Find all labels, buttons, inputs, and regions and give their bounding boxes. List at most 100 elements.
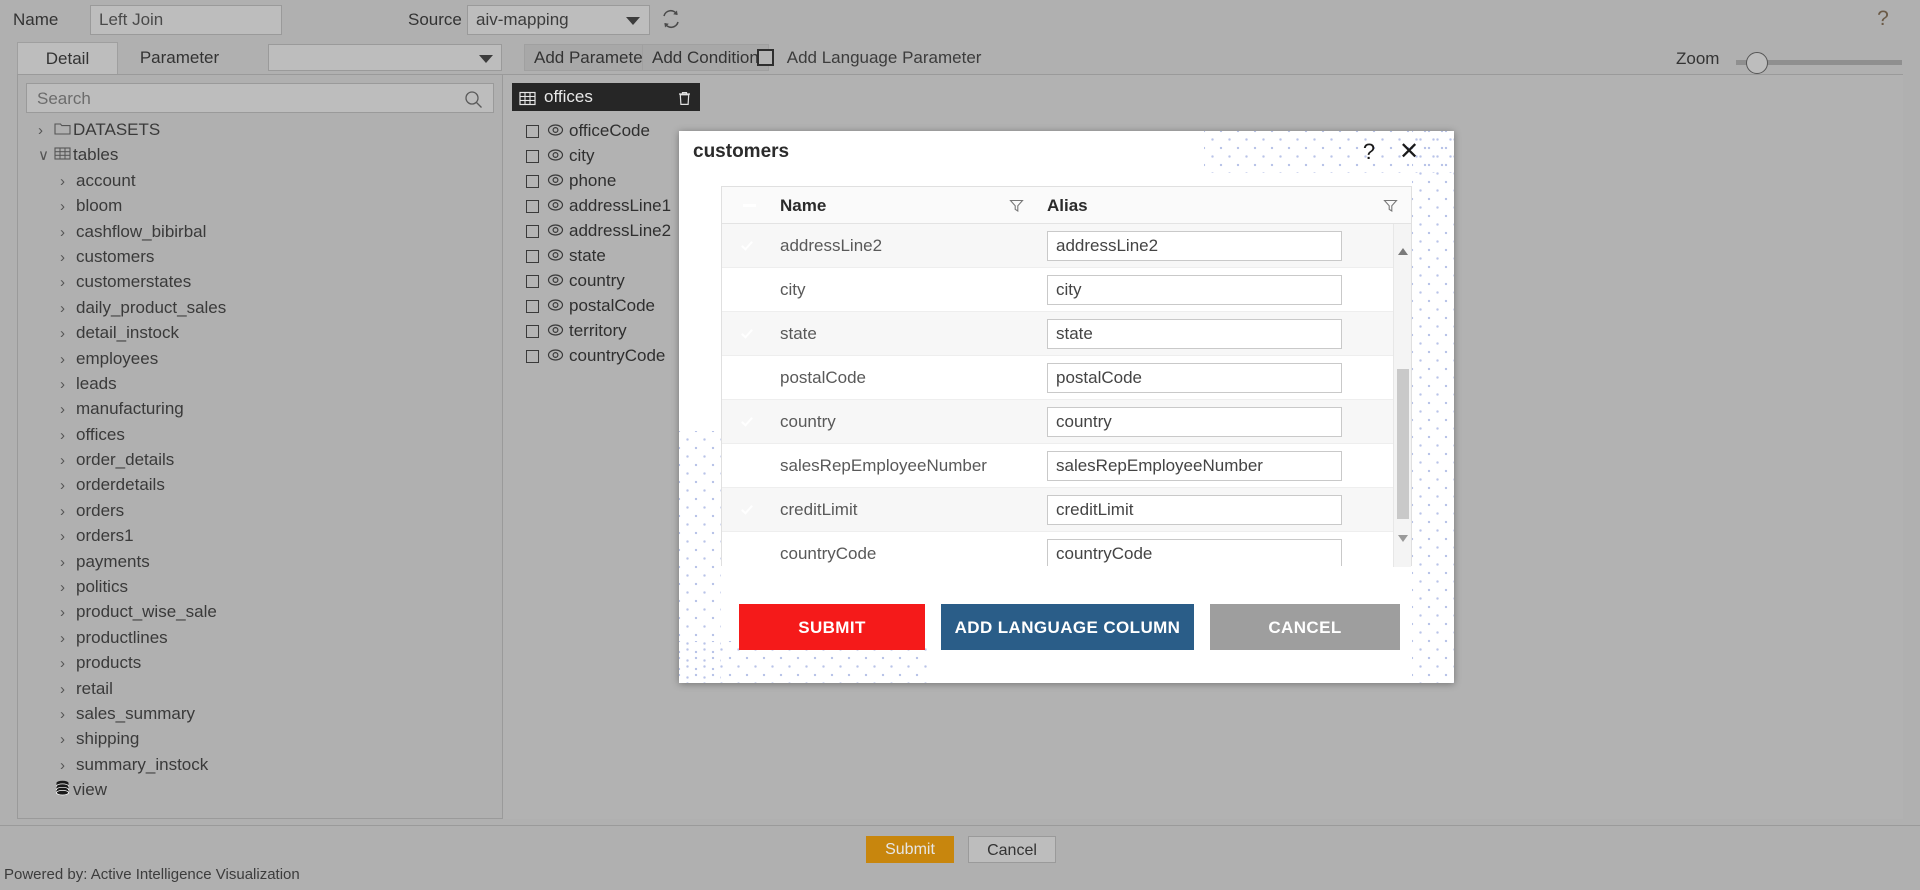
chevron-right-icon[interactable]: ›: [60, 753, 76, 778]
row-alias-input[interactable]: [1047, 451, 1342, 481]
tree-item-customerstates[interactable]: › customerstates: [26, 269, 496, 294]
tree-item-customers[interactable]: › customers: [26, 244, 496, 269]
tree-item-account[interactable]: › account: [26, 168, 496, 193]
eye-icon[interactable]: [547, 294, 564, 319]
tree-item-leads[interactable]: › leads: [26, 371, 496, 396]
cancel-button[interactable]: Cancel: [968, 836, 1056, 863]
eye-icon[interactable]: [547, 319, 564, 344]
tree-item-orders[interactable]: › orders: [26, 498, 496, 523]
field-checkbox[interactable]: [526, 350, 539, 364]
chevron-right-icon[interactable]: ›: [60, 372, 76, 397]
field-row[interactable]: state: [512, 243, 700, 268]
customers-column-dialog[interactable]: customers ? ✕ Name Alias addressLine2 cit…: [679, 131, 1454, 683]
field-row[interactable]: addressLine1: [512, 193, 700, 218]
row-alias-input[interactable]: [1047, 231, 1342, 261]
field-row[interactable]: country: [512, 268, 700, 293]
chevron-right-icon[interactable]: ›: [60, 575, 76, 600]
tree-item-offices[interactable]: › offices: [26, 422, 496, 447]
scroll-down-icon[interactable]: [1398, 535, 1408, 562]
eye-icon[interactable]: [547, 269, 564, 294]
field-checkbox[interactable]: [526, 275, 539, 289]
tree-item-manufacturing[interactable]: › manufacturing: [26, 396, 496, 421]
chevron-right-icon[interactable]: ›: [60, 626, 76, 651]
trash-icon[interactable]: [676, 88, 693, 116]
chevron-right-icon[interactable]: ›: [60, 677, 76, 702]
add-parameter-button[interactable]: Add Parameter: [524, 44, 659, 71]
field-checkbox[interactable]: [526, 325, 539, 339]
grid-row[interactable]: city: [722, 268, 1411, 312]
eye-icon[interactable]: [547, 194, 564, 219]
search-input[interactable]: Search: [26, 83, 494, 113]
tree-item-orderdetails[interactable]: › orderdetails: [26, 472, 496, 497]
row-alias-input[interactable]: [1047, 539, 1342, 566]
eye-icon[interactable]: [547, 144, 564, 169]
tree-item-tables[interactable]: ∨ tables: [26, 142, 496, 167]
submit-button[interactable]: Submit: [866, 836, 954, 863]
eye-icon[interactable]: [547, 219, 564, 244]
tree-item-daily_product_sales[interactable]: › daily_product_sales: [26, 295, 496, 320]
chevron-right-icon[interactable]: ›: [60, 524, 76, 549]
chevron-right-icon[interactable]: ›: [60, 194, 76, 219]
field-row[interactable]: territory: [512, 318, 700, 343]
field-checkbox[interactable]: [526, 300, 539, 314]
grid-row[interactable]: state: [722, 312, 1411, 356]
tree-item-employees[interactable]: › employees: [26, 346, 496, 371]
eye-icon[interactable]: [547, 169, 564, 194]
field-row[interactable]: postalCode: [512, 293, 700, 318]
eye-icon[interactable]: [547, 344, 564, 369]
tree-item-orders1[interactable]: › orders1: [26, 523, 496, 548]
tree-item-view[interactable]: view: [26, 777, 496, 802]
chevron-right-icon[interactable]: ›: [60, 220, 76, 245]
field-checkbox[interactable]: [526, 175, 539, 189]
grid-row[interactable]: salesRepEmployeeNumber: [722, 444, 1411, 488]
help-icon[interactable]: ?: [1357, 139, 1381, 165]
add-language-parameter-checkbox[interactable]: [757, 49, 774, 67]
tree-item-summary_instock[interactable]: › summary_instock: [26, 752, 496, 777]
grid-scrollbar[interactable]: [1393, 224, 1411, 567]
chevron-right-icon[interactable]: ›: [60, 448, 76, 473]
chevron-right-icon[interactable]: ›: [60, 270, 76, 295]
scroll-up-icon[interactable]: [1398, 229, 1408, 255]
tree-item-cashflow_bibirbal[interactable]: › cashflow_bibirbal: [26, 219, 496, 244]
field-row[interactable]: countryCode: [512, 343, 700, 368]
chevron-right-icon[interactable]: ›: [60, 321, 76, 346]
add-condition-button[interactable]: Add Condition: [642, 44, 769, 71]
tree-item-datasets[interactable]: › DATASETS: [26, 117, 496, 142]
tree-item-product_wise_sale[interactable]: › product_wise_sale: [26, 599, 496, 624]
filter-icon[interactable]: [1383, 198, 1398, 218]
row-alias-input[interactable]: [1047, 275, 1342, 305]
chevron-right-icon[interactable]: ›: [60, 347, 76, 372]
chevron-right-icon[interactable]: ›: [60, 473, 76, 498]
parameter-select[interactable]: [268, 44, 502, 71]
chevron-right-icon[interactable]: ›: [60, 727, 76, 752]
eye-icon[interactable]: [547, 244, 564, 269]
tree-item-sales_summary[interactable]: › sales_summary: [26, 701, 496, 726]
scrollbar-thumb[interactable]: [1397, 369, 1409, 519]
field-checkbox[interactable]: [526, 200, 539, 214]
source-select[interactable]: aiv-mapping: [467, 5, 650, 35]
chevron-right-icon[interactable]: ›: [60, 702, 76, 727]
chevron-right-icon[interactable]: ›: [60, 423, 76, 448]
tree-item-order_details[interactable]: › order_details: [26, 447, 496, 472]
search-icon[interactable]: [464, 90, 483, 114]
eye-icon[interactable]: [547, 119, 564, 144]
tree-item-productlines[interactable]: › productlines: [26, 625, 496, 650]
tab-detail[interactable]: Detail: [17, 42, 118, 74]
filter-icon[interactable]: [1009, 198, 1024, 218]
field-row[interactable]: officeCode: [512, 118, 700, 143]
grid-row[interactable]: postalCode: [722, 356, 1411, 400]
row-alias-input[interactable]: [1047, 363, 1342, 393]
tree-item-retail[interactable]: › retail: [26, 676, 496, 701]
chevron-right-icon[interactable]: ›: [60, 296, 76, 321]
grid-row[interactable]: country: [722, 400, 1411, 444]
grid-row[interactable]: creditLimit: [722, 488, 1411, 532]
field-row[interactable]: city: [512, 143, 700, 168]
chevron-right-icon[interactable]: ›: [60, 245, 76, 270]
field-checkbox[interactable]: [526, 125, 539, 139]
add-language-column-button[interactable]: ADD LANGUAGE COLUMN: [941, 604, 1194, 650]
help-icon[interactable]: ?: [1872, 7, 1894, 31]
tree-item-detail_instock[interactable]: › detail_instock: [26, 320, 496, 345]
grid-row[interactable]: countryCode: [722, 532, 1411, 566]
field-checkbox[interactable]: [526, 250, 539, 264]
tree-item-shipping[interactable]: › shipping: [26, 726, 496, 751]
